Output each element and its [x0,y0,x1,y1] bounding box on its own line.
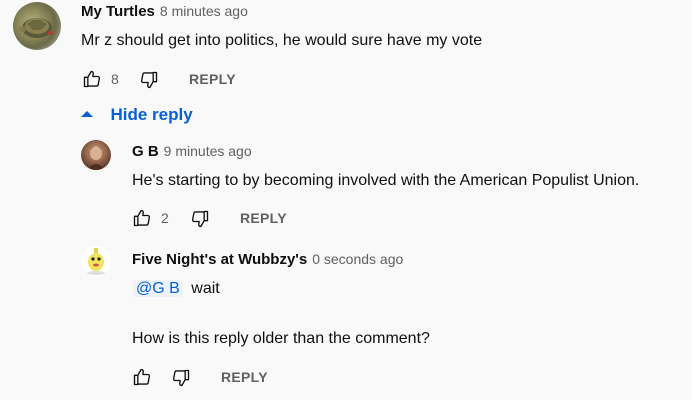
reply-header: G B 9 minutes ago [132,143,252,161]
hide-replies-toggle[interactable]: Hide reply [80,105,193,125]
reply-button[interactable]: REPLY [240,210,287,226]
comment-header: My Turtles 8 minutes ago [81,3,248,21]
like-icon[interactable] [132,208,152,233]
reply-time[interactable]: 9 minutes ago [164,143,252,159]
mention-link[interactable]: @G B [133,280,183,297]
dislike-icon[interactable] [139,70,159,95]
wubbzy-image [87,248,105,275]
reply-text: wait [191,280,220,297]
comment-text: Mr z should get into politics, he would … [81,32,483,49]
reply-text: He's starting to by becoming involved wi… [132,172,640,189]
like-icon[interactable] [82,69,102,94]
comment-author[interactable]: My Turtles [81,3,155,20]
turtle-image [19,18,54,38]
avatar-wubbzy[interactable] [81,246,111,276]
portrait-image [87,146,105,170]
reply-author[interactable]: G B [132,143,159,160]
comment-time[interactable]: 8 minutes ago [160,3,248,19]
like-count: 8 [111,71,119,87]
reply-text-line1: @G B wait [133,280,220,298]
like-count: 2 [161,210,169,226]
avatar-g-b[interactable] [81,140,111,170]
like-icon[interactable] [132,367,152,392]
hide-replies-label: Hide reply [110,105,193,124]
reply-time[interactable]: 0 seconds ago [312,251,403,267]
reply-button[interactable]: REPLY [189,71,236,87]
avatar-my-turtles[interactable] [13,2,61,50]
reply-header: Five Night's at Wubbzy's 0 seconds ago [132,251,403,269]
dislike-icon[interactable] [190,209,210,234]
caret-up-icon [80,106,94,124]
dislike-icon[interactable] [171,368,191,393]
reply-button[interactable]: REPLY [221,369,268,385]
reply-author[interactable]: Five Night's at Wubbzy's [132,251,307,268]
reply-text-line2: How is this reply older than the comment… [132,330,430,347]
